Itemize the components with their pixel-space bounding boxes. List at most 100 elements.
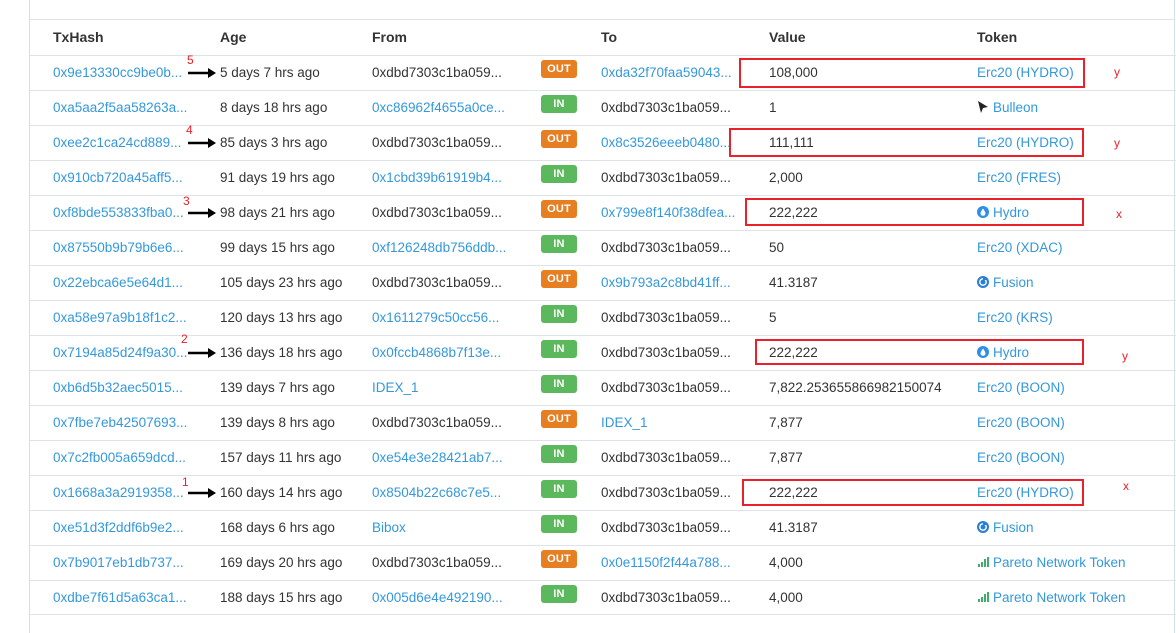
direction-badge: OUT: [541, 270, 577, 288]
age-text: 5 days 7 hrs ago: [220, 65, 320, 80]
token-link[interactable]: Erc20 (BOON): [977, 380, 1065, 395]
from-address[interactable]: IDEX_1: [372, 380, 419, 395]
table-row: 0x22ebca6e5e64d1... 105 days 23 hrs ago 0x…: [30, 265, 1176, 300]
tx-hash-link[interactable]: 0xa58e97a9b18f1c2...: [53, 310, 187, 325]
to-address: 0xdbd7303c1ba059...: [601, 310, 731, 325]
from-address[interactable]: 0x1cbd39b61919b4...: [372, 170, 502, 185]
token-link[interactable]: Erc20 (BOON): [977, 450, 1065, 465]
age-text: 169 days 20 hrs ago: [220, 555, 343, 570]
header-value: Value: [769, 29, 806, 45]
direction-badge: OUT: [541, 130, 577, 148]
token-label: Erc20 (XDAC): [977, 240, 1063, 255]
tx-hash-link[interactable]: 0x7194a85d24f9a30...: [53, 345, 187, 360]
annotation-number-3: 3: [183, 194, 190, 208]
tx-hash-link[interactable]: 0xf8bde553833fba0...: [53, 205, 184, 220]
table-row: 0x7b9017eb1db737... 169 days 20 hrs ago 0x…: [30, 545, 1176, 580]
hydro-icon: [977, 205, 993, 220]
from-address[interactable]: Bibox: [372, 520, 406, 535]
tx-hash-link[interactable]: 0x7c2fb005a659dcd...: [53, 450, 186, 465]
from-address[interactable]: 0x005d6e4e492190...: [372, 590, 503, 605]
token-label: Erc20 (HYDRO): [977, 65, 1074, 80]
token-link[interactable]: Erc20 (HYDRO): [977, 135, 1074, 150]
direction-badge: OUT: [541, 550, 577, 568]
token-label: Fusion: [993, 275, 1034, 290]
to-address: 0xdbd7303c1ba059...: [601, 170, 731, 185]
to-address[interactable]: 0x9b793a2c8bd41ff...: [601, 275, 731, 290]
direction-badge: IN: [541, 375, 577, 393]
from-address[interactable]: 0x0fccb4868b7f13e...: [372, 345, 501, 360]
to-address: 0xdbd7303c1ba059...: [601, 485, 731, 500]
direction-badge: IN: [541, 445, 577, 463]
tx-hash-link[interactable]: 0xee2c1ca24cd889...: [53, 135, 181, 150]
token-link[interactable]: Fusion: [977, 520, 1034, 535]
annotation-number-2: 2: [181, 332, 188, 346]
value-text: 222,222: [769, 345, 818, 360]
token-link[interactable]: Erc20 (XDAC): [977, 240, 1063, 255]
value-text: 222,222: [769, 485, 818, 500]
annotation-mark-y: y: [1122, 349, 1128, 363]
token-link[interactable]: Erc20 (KRS): [977, 310, 1053, 325]
from-address[interactable]: 0xc86962f4655a0ce...: [372, 100, 505, 115]
from-address[interactable]: 0x1611279c50cc56...: [372, 310, 499, 325]
to-address: 0xdbd7303c1ba059...: [601, 345, 731, 360]
age-text: 136 days 18 hrs ago: [220, 345, 343, 360]
fusion-icon: [977, 275, 993, 290]
direction-badge: IN: [541, 585, 577, 603]
from-address: 0xdbd7303c1ba059...: [372, 135, 502, 150]
token-link[interactable]: Erc20 (BOON): [977, 415, 1065, 430]
value-text: 111,111: [769, 135, 814, 150]
tx-hash-link[interactable]: 0x1668a3a2919358...: [53, 485, 184, 500]
age-text: 105 days 23 hrs ago: [220, 275, 343, 290]
from-address[interactable]: 0x8504b22c68c7e5...: [372, 485, 501, 500]
token-label: Erc20 (BOON): [977, 450, 1065, 465]
tx-hash-link[interactable]: 0xa5aa2f5aa58263a...: [53, 100, 187, 115]
tx-hash-link[interactable]: 0xdbe7f61d5a63ca1...: [53, 590, 187, 605]
tx-hash-link[interactable]: 0x910cb720a45aff5...: [53, 170, 183, 185]
token-link[interactable]: Hydro: [977, 345, 1029, 360]
value-text: 7,877: [769, 450, 803, 465]
arrow-right-icon: [188, 138, 216, 148]
from-address: 0xdbd7303c1ba059...: [372, 415, 502, 430]
token-link[interactable]: Pareto Network Token: [977, 555, 1126, 570]
tx-hash-link[interactable]: 0x7fbe7eb42507693...: [53, 415, 187, 430]
to-address[interactable]: 0x8c3526eeeb0480...: [601, 135, 731, 150]
tx-hash-link[interactable]: 0xb6d5b32aec5015...: [53, 380, 183, 395]
token-link[interactable]: Fusion: [977, 275, 1034, 290]
value-text: 7,822.253655866982150074: [769, 380, 942, 395]
value-text: 1: [769, 100, 777, 115]
direction-badge: IN: [541, 515, 577, 533]
table-row: 0xa58e97a9b18f1c2... 120 days 13 hrs ago 0…: [30, 300, 1176, 335]
from-address[interactable]: 0xe54e3e28421ab7...: [372, 450, 503, 465]
to-address[interactable]: IDEX_1: [601, 415, 648, 430]
from-address[interactable]: 0xf126248db756ddb...: [372, 240, 506, 255]
token-link[interactable]: Pareto Network Token: [977, 590, 1126, 605]
table-row: 0xb6d5b32aec5015... 139 days 7 hrs ago IDE…: [30, 370, 1176, 405]
to-address: 0xdbd7303c1ba059...: [601, 450, 731, 465]
header-txhash: TxHash: [53, 29, 104, 45]
token-link[interactable]: Erc20 (FRES): [977, 170, 1061, 185]
token-link[interactable]: Hydro: [977, 205, 1029, 220]
direction-badge: OUT: [541, 200, 577, 218]
token-link[interactable]: Bulleon: [977, 100, 1038, 115]
tx-hash-link[interactable]: 0x22ebca6e5e64d1...: [53, 275, 183, 290]
tx-hash-link[interactable]: 0x7b9017eb1db737...: [53, 555, 184, 570]
age-text: 139 days 8 hrs ago: [220, 415, 335, 430]
to-address[interactable]: 0x799e8f140f38dfea...: [601, 205, 735, 220]
annotation-mark-y: y: [1114, 65, 1120, 79]
from-address: 0xdbd7303c1ba059...: [372, 555, 502, 570]
token-link[interactable]: Erc20 (HYDRO): [977, 65, 1074, 80]
token-link[interactable]: Erc20 (HYDRO): [977, 485, 1074, 500]
to-address: 0xdbd7303c1ba059...: [601, 380, 731, 395]
from-address: 0xdbd7303c1ba059...: [372, 205, 502, 220]
to-address[interactable]: 0xda32f70faa59043...: [601, 65, 732, 80]
tx-hash-link[interactable]: 0xe51d3f2ddf6b9e2...: [53, 520, 184, 535]
token-label: Erc20 (FRES): [977, 170, 1062, 185]
arrow-right-icon: [188, 208, 216, 218]
header-to: To: [601, 29, 618, 45]
age-text: 98 days 21 hrs ago: [220, 205, 335, 220]
token-label: Erc20 (HYDRO): [977, 485, 1074, 500]
to-address: 0xdbd7303c1ba059...: [601, 520, 731, 535]
tx-hash-link[interactable]: 0x9e13330cc9be0b...: [53, 65, 182, 80]
tx-hash-link[interactable]: 0x87550b9b79b6e6...: [53, 240, 184, 255]
to-address[interactable]: 0x0e1150f2f44a788...: [601, 555, 731, 570]
